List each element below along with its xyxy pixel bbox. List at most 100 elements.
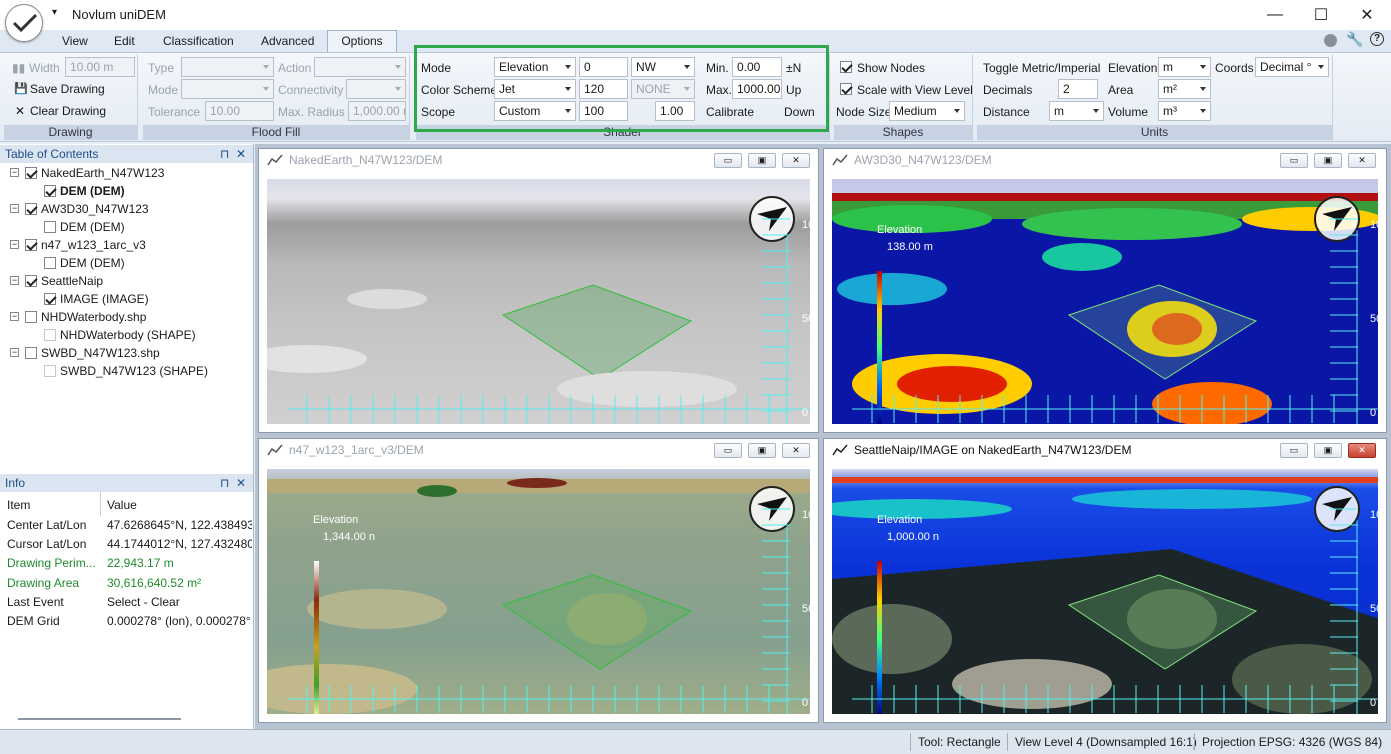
toc-sublayer-label[interactable]: NHDWaterbody (SHAPE): [60, 326, 196, 344]
theme-circle-icon[interactable]: [1324, 34, 1337, 47]
scope-number-2[interactable]: 1.00: [655, 101, 695, 121]
toc-layer-label[interactable]: n47_w123_1arc_v3: [41, 236, 146, 254]
tolerance-input[interactable]: 10.00: [205, 101, 274, 121]
expand-toggle[interactable]: −: [10, 312, 19, 321]
tab-view[interactable]: View: [52, 32, 98, 52]
clear-drawing-button[interactable]: Clear Drawing: [30, 104, 106, 118]
width-input[interactable]: 10.00 m: [65, 57, 135, 77]
calibrate-button[interactable]: Calibrate: [706, 105, 754, 119]
layer-visibility-checkbox[interactable]: [25, 347, 37, 359]
show-nodes-checkbox[interactable]: [840, 61, 852, 73]
scope-number[interactable]: 100: [579, 101, 628, 121]
view-minimize-button[interactable]: ▭: [1280, 153, 1308, 168]
view-minimize-button[interactable]: ▭: [714, 443, 742, 458]
layer-visibility-checkbox[interactable]: [25, 203, 37, 215]
tab-options[interactable]: Options: [327, 30, 397, 52]
view-close-button[interactable]: ✕: [782, 443, 810, 458]
toggle-metric-imperial-button[interactable]: Toggle Metric/Imperial: [983, 61, 1100, 75]
close-button[interactable]: ✕: [1344, 0, 1390, 30]
view-minimize-button[interactable]: ▭: [714, 153, 742, 168]
layer-visibility-checkbox[interactable]: [25, 275, 37, 287]
elevation-unit-select[interactable]: m: [1158, 57, 1211, 77]
light-direction-select[interactable]: NW: [631, 57, 695, 77]
view-restore-button[interactable]: ▣: [1314, 153, 1342, 168]
view-nakedearth[interactable]: NakedEarth_N47W123/DEM ▭ ▣ ✕ 10 50 0: [258, 148, 819, 433]
view-minimize-button[interactable]: ▭: [1280, 443, 1308, 458]
connectivity-select[interactable]: [346, 79, 406, 99]
shader-mode-number[interactable]: 0: [579, 57, 628, 77]
view-restore-button[interactable]: ▣: [1314, 443, 1342, 458]
color-scheme-select[interactable]: Jet: [494, 79, 576, 99]
terrain-canvas[interactable]: 10 50 0: [267, 179, 810, 424]
terrain-canvas[interactable]: Elevation 1,000.00 n 10 50 0: [832, 469, 1378, 714]
tab-classification[interactable]: Classification: [153, 32, 244, 52]
quick-access-dropdown[interactable]: ▾: [52, 7, 57, 18]
pin-icon[interactable]: ⊓: [220, 145, 229, 163]
expand-toggle[interactable]: −: [10, 204, 19, 213]
expand-toggle[interactable]: −: [10, 168, 19, 177]
expand-toggle[interactable]: −: [10, 348, 19, 357]
terrain-canvas[interactable]: Elevation 138.00 m 10 50 0: [832, 179, 1378, 424]
up-button[interactable]: Up: [786, 83, 801, 97]
type-select[interactable]: [181, 57, 274, 77]
view-restore-button[interactable]: ▣: [748, 153, 776, 168]
down-button[interactable]: Down: [784, 105, 815, 119]
none-select[interactable]: NONE: [631, 79, 695, 99]
view-seattlenaip[interactable]: SeattleNaip/IMAGE on NakedEarth_N47W123/…: [823, 438, 1387, 723]
view-n47w123[interactable]: n47_w123_1arc_v3/DEM ▭ ▣ ✕ Elevation 1,3…: [258, 438, 819, 723]
view-restore-button[interactable]: ▣: [748, 443, 776, 458]
toc-sublayer-label[interactable]: DEM (DEM): [60, 182, 125, 200]
layer-visibility-checkbox[interactable]: [44, 329, 56, 341]
layer-visibility-checkbox[interactable]: [25, 311, 37, 323]
action-select[interactable]: [314, 57, 406, 77]
scale-view-level-checkbox[interactable]: [840, 83, 852, 95]
layer-visibility-checkbox[interactable]: [44, 257, 56, 269]
help-icon[interactable]: ?: [1370, 32, 1384, 46]
toc-sublayer-label[interactable]: DEM (DEM): [60, 218, 125, 236]
view-close-button[interactable]: ✕: [782, 153, 810, 168]
expand-toggle[interactable]: −: [10, 240, 19, 249]
plus-minus-n-button[interactable]: ±N: [786, 61, 801, 75]
scope-select[interactable]: Custom: [494, 101, 576, 121]
maximize-button[interactable]: ☐: [1298, 0, 1344, 30]
view-close-button[interactable]: ✕: [1348, 443, 1376, 458]
layer-visibility-checkbox[interactable]: [44, 293, 56, 305]
expand-toggle[interactable]: −: [10, 276, 19, 285]
node-size-select[interactable]: Medium: [889, 101, 965, 121]
toc-layer-label[interactable]: NHDWaterbody.shp: [41, 308, 146, 326]
toc-layer-label[interactable]: SeattleNaip: [41, 272, 103, 290]
layer-visibility-checkbox[interactable]: [44, 185, 56, 197]
toc-sublayer-label[interactable]: SWBD_N47W123 (SHAPE): [60, 362, 208, 380]
save-drawing-button[interactable]: Save Drawing: [30, 82, 105, 96]
toc-sublayer-label[interactable]: IMAGE (IMAGE): [60, 290, 149, 308]
distance-unit-select[interactable]: m: [1049, 101, 1104, 121]
app-logo-icon[interactable]: [5, 4, 43, 42]
toc-layer-label[interactable]: NakedEarth_N47W123: [41, 164, 164, 182]
close-icon[interactable]: ✕: [236, 474, 246, 492]
tab-edit[interactable]: Edit: [104, 32, 145, 52]
tab-advanced[interactable]: Advanced: [251, 32, 324, 52]
horizontal-scrollbar[interactable]: [18, 718, 181, 720]
layer-visibility-checkbox[interactable]: [44, 365, 56, 377]
toc-layer-label[interactable]: SWBD_N47W123.shp: [41, 344, 160, 362]
flood-mode-select[interactable]: [181, 79, 274, 99]
min-input[interactable]: 0.00: [732, 57, 782, 77]
close-icon[interactable]: ✕: [236, 145, 246, 163]
shader-mode-select[interactable]: Elevation: [494, 57, 576, 77]
volume-unit-select[interactable]: m³: [1158, 101, 1211, 121]
layer-visibility-checkbox[interactable]: [25, 239, 37, 251]
color-scheme-number[interactable]: 120: [579, 79, 628, 99]
toc-sublayer-label[interactable]: DEM (DEM): [60, 254, 125, 272]
terrain-canvas[interactable]: Elevation 1,344.00 n 10 50 0: [267, 469, 810, 714]
max-radius-input[interactable]: 1,000.00 m: [348, 101, 406, 121]
area-unit-select[interactable]: m²: [1158, 79, 1211, 99]
max-input[interactable]: 1000.00: [732, 79, 782, 99]
coords-select[interactable]: Decimal °: [1255, 57, 1329, 77]
view-close-button[interactable]: ✕: [1348, 153, 1376, 168]
pin-icon[interactable]: ⊓: [220, 474, 229, 492]
layer-visibility-checkbox[interactable]: [44, 221, 56, 233]
view-aw3d30[interactable]: AW3D30_N47W123/DEM ▭ ▣ ✕ Elevation 138.0…: [823, 148, 1387, 433]
layer-visibility-checkbox[interactable]: [25, 167, 37, 179]
toc-layer-label[interactable]: AW3D30_N47W123: [41, 200, 149, 218]
decimals-input[interactable]: 2: [1058, 79, 1098, 99]
